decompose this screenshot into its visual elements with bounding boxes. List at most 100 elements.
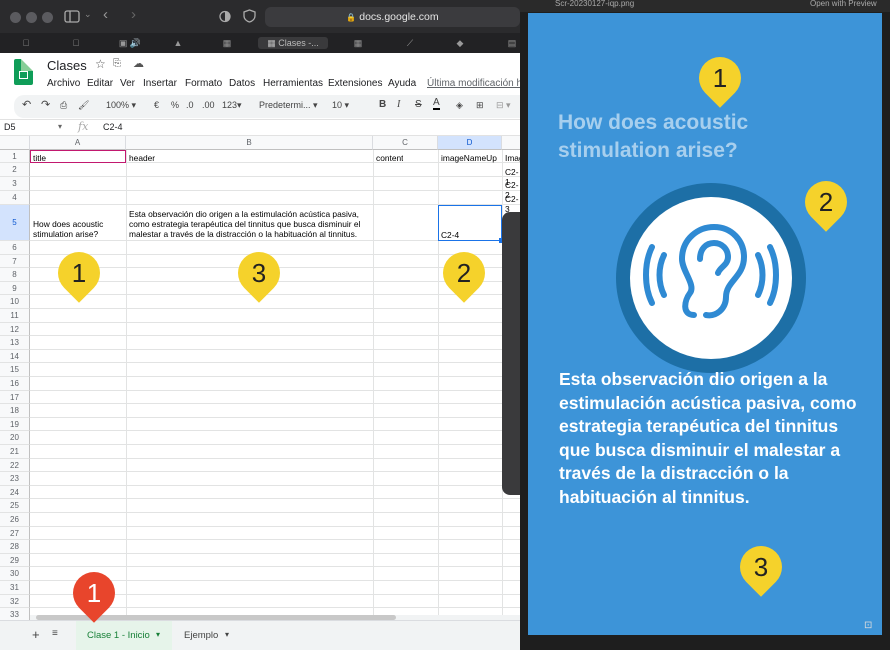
close-window-button[interactable]: [10, 12, 21, 23]
paint-format-icon[interactable]: 🖌: [78, 100, 89, 111]
text-color-button[interactable]: A: [433, 97, 440, 110]
font-size-select[interactable]: 10 ▾: [332, 100, 349, 111]
decrease-decimal-button[interactable]: .0: [186, 100, 194, 110]
row-header-14[interactable]: 14: [0, 349, 30, 364]
row-header-7[interactable]: 7: [0, 254, 30, 269]
row-header-8[interactable]: 8: [0, 268, 30, 282]
chevron-down-icon[interactable]: ▾: [225, 630, 229, 639]
name-box[interactable]: D5: [4, 122, 16, 132]
cell-a5[interactable]: How does acoustic stimulation arise?: [33, 219, 125, 239]
menu-ayuda[interactable]: Ayuda: [388, 78, 416, 89]
address-bar[interactable]: 🔒 docs.google.com: [265, 7, 520, 27]
menu-formato[interactable]: Formato: [185, 78, 222, 89]
row-header-22[interactable]: 22: [0, 458, 30, 473]
pinned-tab[interactable]: : [6, 37, 46, 49]
row-header-18[interactable]: 18: [0, 404, 30, 418]
pinned-tab[interactable]: ⟋: [390, 37, 430, 49]
strikethrough-button[interactable]: S: [415, 99, 422, 110]
document-title[interactable]: Clases: [47, 58, 87, 73]
pinned-tab[interactable]: ▣ 🔊: [110, 37, 150, 49]
row-header-1[interactable]: 1: [0, 150, 30, 163]
cell-c1[interactable]: content: [376, 153, 403, 163]
row-header-3[interactable]: 3: [0, 177, 30, 191]
sheet-tab-clase-1[interactable]: Clase 1 - Inicio ▾: [76, 621, 172, 650]
row-header-32[interactable]: 32: [0, 594, 30, 609]
pinned-tab[interactable]: ▦: [207, 37, 247, 49]
star-icon[interactable]: ☆: [95, 57, 106, 71]
row-header-25[interactable]: 25: [0, 499, 30, 513]
column-header-b[interactable]: B: [126, 136, 373, 150]
bold-button[interactable]: B: [379, 99, 386, 110]
row-header-12[interactable]: 12: [0, 322, 30, 337]
more-formats-button[interactable]: 123▾: [222, 100, 242, 111]
row-header-20[interactable]: 20: [0, 431, 30, 445]
privacy-icon[interactable]: [219, 10, 231, 23]
menu-extensiones[interactable]: Extensiones: [328, 78, 382, 89]
redo-icon[interactable]: ↷: [41, 98, 50, 111]
row-header-27[interactable]: 27: [0, 526, 30, 541]
fill-color-icon[interactable]: ◈: [456, 100, 463, 111]
all-sheets-icon[interactable]: ≡: [52, 628, 58, 639]
pinned-tab[interactable]: : [56, 37, 96, 49]
row-header-29[interactable]: 29: [0, 553, 30, 568]
row-header-15[interactable]: 15: [0, 363, 30, 377]
row-header-17[interactable]: 17: [0, 390, 30, 405]
zoom-select[interactable]: 100% ▾: [106, 100, 136, 111]
row-header-9[interactable]: 9: [0, 281, 30, 296]
menu-editar[interactable]: Editar: [87, 78, 113, 89]
cell-b5[interactable]: Esta observación dio origen a la estimul…: [129, 209, 371, 239]
row-header-30[interactable]: 30: [0, 567, 30, 581]
cell-e1[interactable]: Imag: [505, 153, 520, 163]
font-select[interactable]: Predetermi... ▾: [259, 100, 318, 111]
row-header-16[interactable]: 16: [0, 377, 30, 391]
undo-icon[interactable]: ↶: [22, 98, 31, 111]
column-header-c[interactable]: C: [373, 136, 438, 150]
sheet-tab-ejemplo[interactable]: Ejemplo ▾: [176, 621, 236, 650]
row-header-28[interactable]: 28: [0, 540, 30, 554]
row-header-23[interactable]: 23: [0, 472, 30, 486]
active-browser-tab[interactable]: ▦ Clases -...: [258, 37, 328, 49]
sheets-logo-icon[interactable]: [14, 59, 33, 85]
cloud-status-icon[interactable]: ☁: [133, 57, 144, 70]
row-header-33[interactable]: 33: [0, 608, 30, 620]
percent-format-button[interactable]: %: [171, 100, 179, 110]
column-header-d[interactable]: D: [438, 136, 502, 150]
menu-ver[interactable]: Ver: [120, 78, 135, 89]
merge-cells-icon[interactable]: ⊟ ▾: [496, 100, 511, 111]
row-header-2[interactable]: 2: [0, 163, 30, 177]
menu-insertar[interactable]: Insertar: [143, 78, 177, 89]
row-header-6[interactable]: 6: [0, 241, 30, 255]
open-with-preview-button[interactable]: Open with Preview: [810, 0, 877, 8]
zoom-window-button[interactable]: [42, 12, 53, 23]
cell-b1[interactable]: header: [129, 153, 155, 163]
last-modified-link[interactable]: Última modificación ha: [427, 78, 528, 89]
forward-icon[interactable]: ›: [131, 6, 136, 23]
cell-d1[interactable]: imageNameUp: [441, 153, 497, 163]
column-header-a[interactable]: A: [30, 136, 126, 150]
add-sheet-icon[interactable]: +: [32, 627, 40, 642]
menu-archivo[interactable]: Archivo: [47, 78, 80, 89]
row-header-21[interactable]: 21: [0, 445, 30, 459]
row-header-5[interactable]: 5: [0, 205, 30, 241]
increase-decimal-button[interactable]: .00: [202, 100, 215, 110]
move-folder-icon[interactable]: ⎘: [113, 58, 121, 69]
chevron-down-icon[interactable]: ▾: [58, 122, 62, 131]
row-header-11[interactable]: 11: [0, 309, 30, 323]
row-header-10[interactable]: 10: [0, 295, 30, 309]
column-header-e[interactable]: [502, 136, 520, 150]
pinned-tab[interactable]: ▲: [158, 37, 198, 49]
pinned-tab[interactable]: ◆: [440, 37, 480, 49]
select-all-corner[interactable]: [0, 136, 30, 150]
live-text-icon[interactable]: ⊡: [864, 620, 872, 631]
print-icon[interactable]: ⎙: [60, 100, 67, 111]
shield-icon[interactable]: [243, 9, 256, 23]
sidebar-icon[interactable]: [64, 10, 80, 23]
minimize-window-button[interactable]: [26, 12, 37, 23]
pinned-tab[interactable]: ▦: [338, 37, 378, 49]
borders-icon[interactable]: ⊞: [476, 100, 484, 111]
chevron-down-icon[interactable]: ⌄: [84, 9, 92, 20]
currency-format-button[interactable]: €: [154, 100, 159, 110]
chevron-down-icon[interactable]: ▾: [156, 630, 160, 639]
spreadsheet-grid[interactable]: A B C D 1 2 3 4 5 6 7 8 9 10 11 12 13 14 15 16 17 18 19 20 2…: [0, 136, 520, 620]
row-header-26[interactable]: 26: [0, 513, 30, 527]
